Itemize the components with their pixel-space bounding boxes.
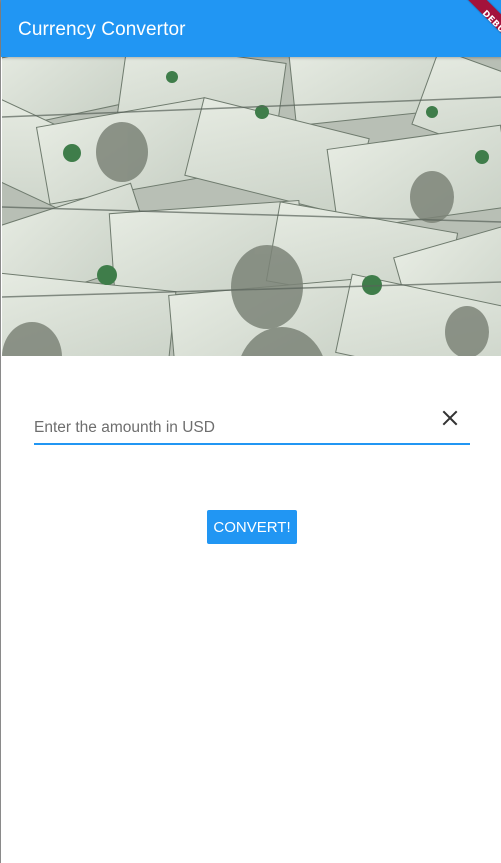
dollar-bills-illustration	[2, 57, 501, 356]
dollar-bills-image	[2, 57, 501, 356]
close-icon[interactable]	[438, 406, 462, 430]
app-screen: Currency Convertor DEBUG Enter the amoun…	[0, 0, 501, 863]
amount-field	[34, 400, 470, 446]
app-title: Currency Convertor	[18, 19, 186, 40]
debug-label: DEBUG	[479, 8, 501, 41]
debug-ribbon: DEBUG	[459, 0, 501, 60]
amount-input[interactable]	[34, 400, 434, 444]
app-bar: Currency Convertor	[1, 0, 501, 57]
debug-banner: DEBUG	[441, 0, 501, 60]
amount-field-underline	[34, 443, 470, 445]
convert-button[interactable]: CONVERT!	[207, 510, 297, 544]
